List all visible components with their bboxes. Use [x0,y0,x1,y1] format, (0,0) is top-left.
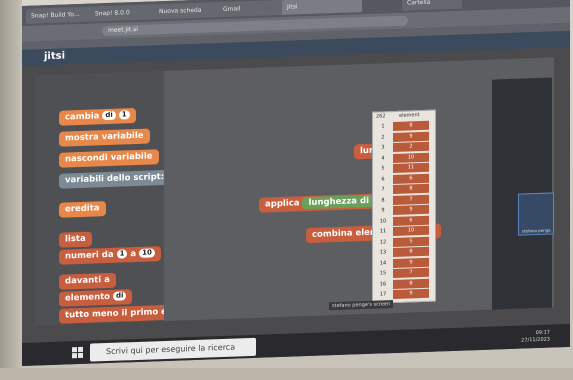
block-tutto-meno[interactable]: tutto meno il primo elem [59,304,184,324]
block-value[interactable]: 10 [139,248,155,258]
list-value[interactable]: 8 [393,183,429,195]
list-index: 8 [381,196,385,203]
list-value[interactable]: 9 [393,257,429,268]
taskbar-search-input[interactable]: Scrivi qui per eseguire la ricerca [90,337,256,362]
wall-left [0,0,22,380]
list-value[interactable]: 9 [393,288,429,300]
windows-taskbar: Scrivi qui per eseguire la ricerca 09:17… [22,323,570,367]
tab-new[interactable]: Nuova scheda [154,1,224,20]
tab-snap-build[interactable]: Snap! Build Yo… [26,6,96,24]
windows-start-icon[interactable] [72,346,84,359]
list-index: 13 [379,249,387,256]
list-value[interactable]: 6 [393,173,429,184]
block-variabili-script[interactable]: variabili dello script: a [59,169,173,189]
list-value[interactable]: 2 [393,141,429,153]
list-index: 16 [379,280,387,288]
block-lista[interactable]: lista [59,231,92,248]
tab-gmail[interactable]: Gmail [218,0,288,18]
block-nascondi-variabile[interactable]: nascondi variabile [59,149,159,168]
list-index: 3 [381,144,385,151]
taskbar-clock: 09:17 27/11/2023 [521,330,550,345]
block-eredita[interactable]: eredita [59,201,106,218]
tab-snap[interactable]: Snap! 8.0.0 [90,4,160,22]
watcher-header: 262 element [373,111,435,121]
block-value[interactable]: 1 [116,249,128,259]
list-watcher: 262 element 1 8 2 9 3 2 4 10 5 11 6 6 7 8 8 7 9 9 10 6 11 10 1… [372,109,436,304]
jitsi-logo: jitsi [44,50,66,63]
list-index: 4 [381,154,385,161]
list-value[interactable]: 9 [393,131,429,142]
block-text: cambia [65,111,100,123]
list-value[interactable]: 9 [393,204,429,216]
ring-lunghezza[interactable]: lunghezza di [302,194,375,210]
block-davanti-a[interactable]: davanti a [59,272,116,290]
list-value[interactable]: 8 [393,278,429,289]
list-index: 11 [379,228,387,235]
list-value[interactable]: 8 [393,246,429,258]
list-index: 2 [381,133,385,140]
tab-folder[interactable]: Cartella [402,0,462,11]
list-index: 17 [379,291,387,298]
list-index: 12 [379,238,387,246]
block-numeri-da[interactable]: numeri da 1 a 10 [59,246,161,265]
list-item: 17 9 [373,288,435,301]
tab-jitsi[interactable]: Jitsi [282,0,362,15]
clock-date: 27/11/2023 [521,336,550,344]
watcher-label: element [399,112,420,119]
list-value[interactable]: 10 [393,225,429,237]
block-text: a [130,249,137,260]
list-index: 6 [381,175,385,182]
block-text: elemento [65,291,111,304]
list-index: 1 [381,123,385,130]
participant-name: stefano penge [522,227,551,234]
list-value[interactable]: 8 [393,120,429,132]
list-value[interactable]: 11 [393,162,429,174]
block-text: applica [265,198,300,210]
block-slot: di [113,291,127,301]
snap-editor: cambia di 1 mostra variabile nascondi va… [34,57,554,326]
list-index: 10 [379,217,387,225]
list-value[interactable]: 7 [393,194,429,205]
block-mostra-variabile[interactable]: mostra variabile [59,128,150,147]
list-index: 5 [381,165,385,172]
list-value[interactable]: 10 [393,152,429,163]
block-value[interactable]: 1 [118,110,130,120]
wall-bottom [0,368,573,380]
block-cambia[interactable]: cambia di 1 [59,108,136,126]
block-text: numeri da [65,249,114,262]
block-palette: cambia di 1 mostra variabile nascondi va… [34,71,184,326]
block-elemento[interactable]: elemento di [59,289,133,307]
photo-frame: Snap! Build Yo… Snap! 8.0.0 Nuova scheda… [0,0,573,380]
list-index: 9 [381,207,385,214]
watcher-count: 262 [376,113,386,120]
list-index: 7 [381,186,385,193]
list-value[interactable]: 7 [393,267,429,279]
projected-screen: Snap! Build Yo… Snap! 8.0.0 Nuova scheda… [22,0,570,367]
list-value[interactable]: 5 [393,236,429,247]
list-index: 14 [379,259,387,267]
list-index: 15 [379,270,387,277]
list-value[interactable]: 6 [393,215,429,226]
block-slot: di [102,110,116,121]
